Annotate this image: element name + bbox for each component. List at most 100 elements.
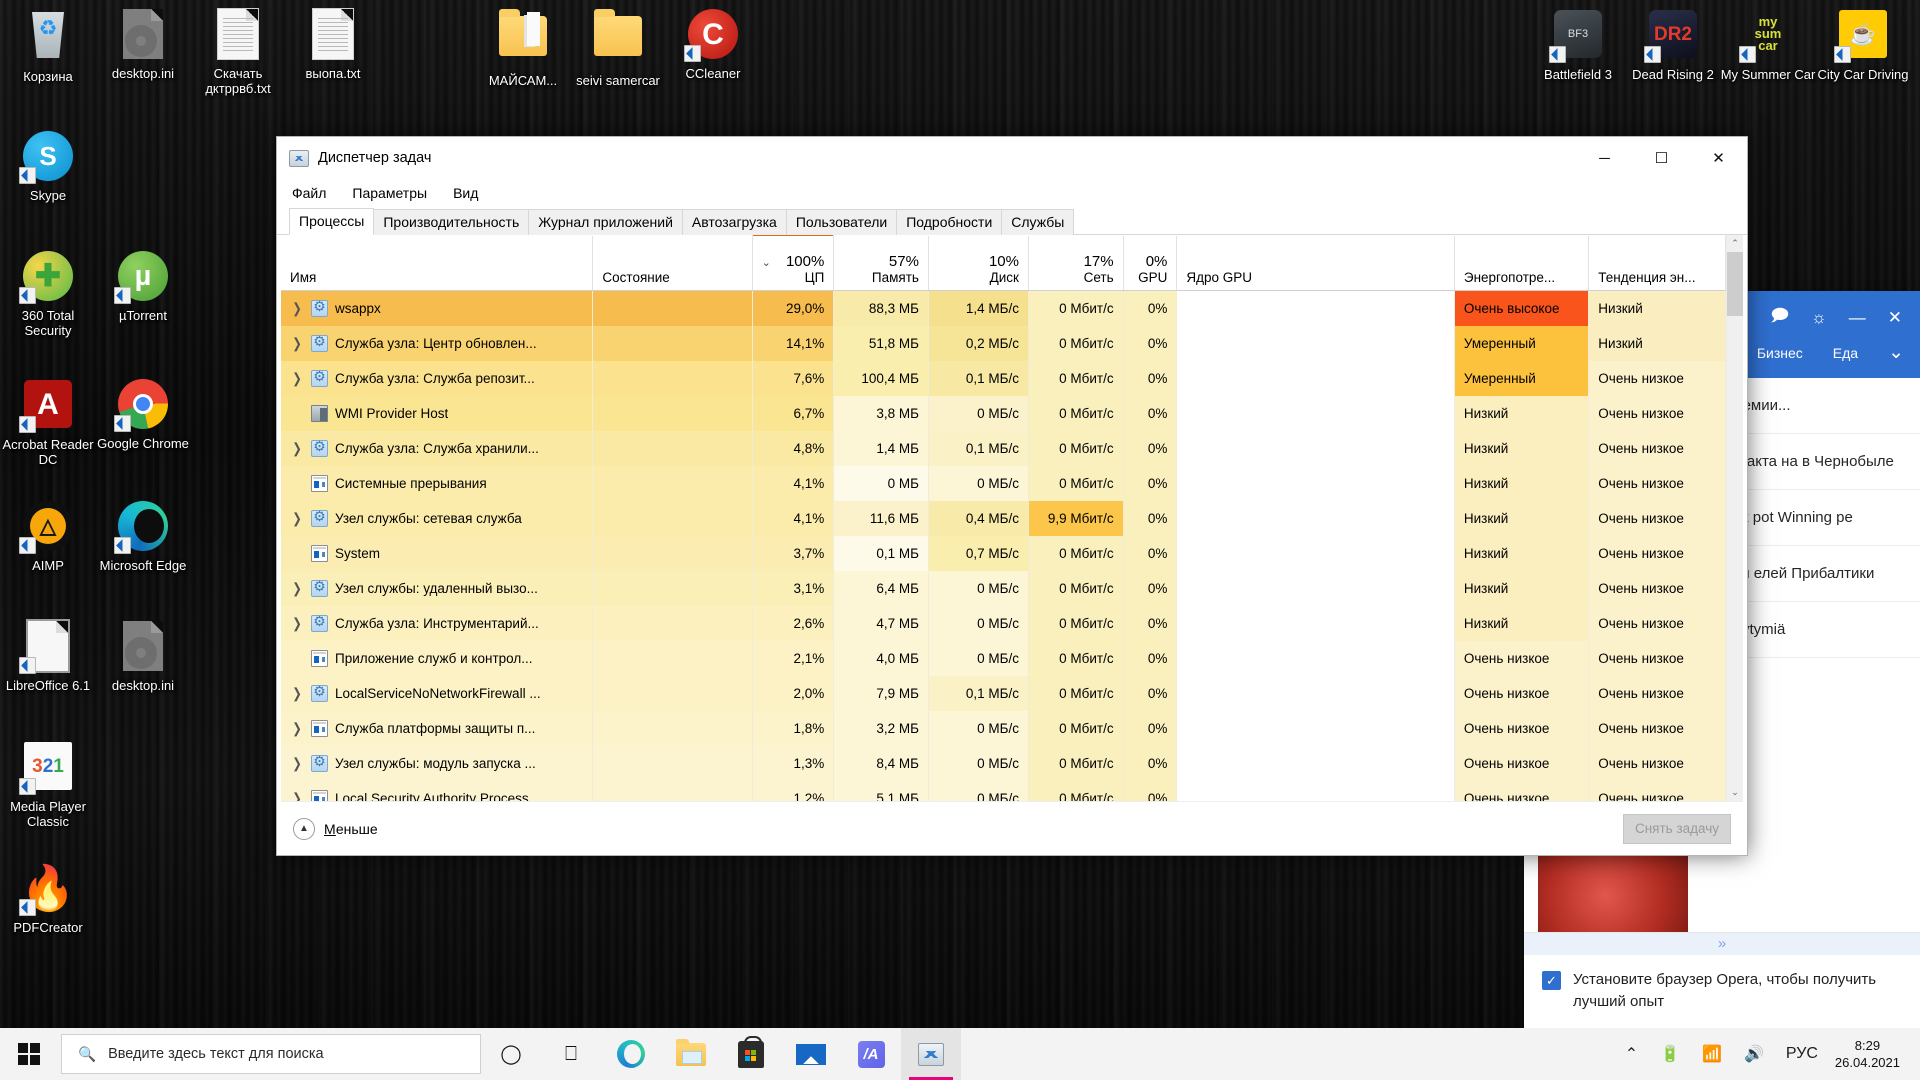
scrollbar-track[interactable] <box>1726 252 1743 784</box>
expand-chevron-icon[interactable]: ❯ <box>290 510 304 526</box>
table-row[interactable]: ❯ Служба узла: Центр обновлен... 14,1%51,8… <box>281 325 1726 361</box>
promo-row[interactable]: ✓ Установите браузер Opera, чтобы получи… <box>1524 955 1920 1031</box>
desktop-icon-left-0[interactable]: S Skype <box>0 130 96 203</box>
opera-promo-banner[interactable]: » ✓ Установите браузер Opera, чтобы полу… <box>1524 932 1920 1031</box>
table-row[interactable]: ❯ Узел службы: модуль запуска ... 1,3%8,4 … <box>281 745 1726 781</box>
mail-button[interactable] <box>781 1028 841 1080</box>
desktop-icon-right-0[interactable]: BF3 Battlefield 3 <box>1530 8 1626 82</box>
desktop-icon-top-5[interactable]: seivi samercar <box>570 8 666 88</box>
expand-chevron-icon[interactable]: ❯ <box>290 440 304 456</box>
table-row[interactable]: ❯ Служба узла: Служба репозит... 7,6%100,4… <box>281 360 1726 396</box>
column-header-9[interactable]: Тенденция эн... <box>1588 235 1726 291</box>
tab-4[interactable]: Пользователи <box>785 209 898 235</box>
vertical-scrollbar[interactable]: ⌃ ⌄ <box>1726 235 1743 801</box>
expand-chevron-icon[interactable]: ❯ <box>290 335 304 351</box>
task-manager-taskbar-button[interactable] <box>901 1028 961 1080</box>
column-header-row[interactable]: Имя Состояние ⌄ 100% ЦП 57% Память 10% Диск 17% С… <box>281 235 1726 291</box>
tab-0[interactable]: Процессы <box>289 208 375 235</box>
cortana-button[interactable]: ◯ <box>481 1028 541 1080</box>
minimize-icon[interactable]: — <box>1849 308 1866 328</box>
tab-1[interactable]: Производительность <box>373 209 530 235</box>
menu-item-0[interactable]: Файл <box>289 183 329 203</box>
expand-chevron-icon[interactable]: ❯ <box>290 615 304 631</box>
table-row[interactable]: Системные прерывания 4,1% 0 МБ 0 МБ/с 0 Мбит… <box>281 465 1726 501</box>
table-row[interactable]: WMI Provider Host 6,7% 3,8 МБ 0 МБ/с 0 Мбит/… <box>281 395 1726 431</box>
volume-icon[interactable]: 🔊 <box>1733 1028 1775 1080</box>
desktop-icon-left-10[interactable]: 🔥 PDFCreator <box>0 862 96 935</box>
table-row[interactable]: ❯ Узел службы: удаленный вызо... 3,1%6,4 М… <box>281 570 1726 606</box>
column-header-0[interactable]: Имя <box>281 235 594 291</box>
table-row[interactable]: ❯ Служба узла: Инструментарий... 2,6%4,7 М… <box>281 605 1726 641</box>
table-row[interactable]: ❯ LocalServiceNoNetworkFirewall ... 2,0%7,… <box>281 675 1726 711</box>
column-header-6[interactable]: 0% GPU <box>1123 235 1178 291</box>
desktop-icon-left-2[interactable]: µ µTorrent <box>95 250 191 323</box>
desktop-icon-left-3[interactable]: A Acrobat Reader DC <box>0 378 96 467</box>
expand-chevron-icon[interactable]: ❯ <box>290 580 304 596</box>
search-box[interactable]: 🔍 Введите здесь текст для поиска <box>61 1034 481 1074</box>
close-button[interactable]: ✕ <box>1690 137 1747 179</box>
tab-6[interactable]: Службы <box>1001 209 1075 235</box>
aimp-taskbar-button[interactable]: /A <box>841 1028 901 1080</box>
edge-taskbar-button[interactable] <box>601 1028 661 1080</box>
tab-2[interactable]: Журнал приложений <box>528 209 683 235</box>
desktop-icon-top-3[interactable]: выопа.txt <box>285 8 381 81</box>
table-row[interactable]: ❯ wsappx 29,0%88,3 МБ1,4 МБ/с0 Мбит/с0% Оче… <box>281 290 1726 326</box>
column-header-1[interactable]: Состояние <box>592 235 753 291</box>
desktop-icon-top-6[interactable]: C CCleaner <box>665 8 761 81</box>
task-manager-window[interactable]: Диспетчер задач ─ ☐ ✕ Файл Параметры Вид П… <box>276 136 1748 856</box>
table-row[interactable]: Приложение служб и контрол... 2,1% 4,0 МБ 0… <box>281 640 1726 676</box>
tab-3[interactable]: Автозагрузка <box>681 209 787 235</box>
maximize-button[interactable]: ☐ <box>1633 137 1690 179</box>
close-icon[interactable]: ✕ <box>1888 308 1902 328</box>
wifi-icon[interactable]: 📶 <box>1691 1028 1733 1080</box>
file-explorer-button[interactable] <box>661 1028 721 1080</box>
column-header-2[interactable]: ⌄ 100% ЦП <box>751 235 835 291</box>
expand-chevron-icon[interactable]: ❯ <box>290 755 304 771</box>
table-row[interactable]: ❯ Служба узла: Служба хранили... 4,8%1,4 М… <box>281 430 1726 466</box>
desktop-icon-left-4[interactable]: Google Chrome <box>95 378 191 451</box>
desktop-icon-right-3[interactable]: ☕ City Car Driving <box>1815 8 1911 82</box>
desktop-icon-left-8[interactable]: desktop.ini <box>95 620 191 693</box>
show-hidden-icons-button[interactable]: ⌃ <box>1614 1028 1649 1080</box>
expand-chevron-icon[interactable]: ❯ <box>290 300 304 316</box>
table-row[interactable]: System 3,7% 0,1 МБ 0,7 МБ/с 0 Мбит/с 0% Низкий… <box>281 535 1726 571</box>
task-view-button[interactable]: ⎕ <box>541 1028 601 1080</box>
settings-icon[interactable]: ☼ <box>1811 308 1827 328</box>
clock[interactable]: 8:29 26.04.2021 <box>1829 1037 1914 1071</box>
checkbox-icon[interactable]: ✓ <box>1542 971 1561 990</box>
end-task-button[interactable]: Снять задачу <box>1623 813 1731 844</box>
desktop-icon-top-4[interactable]: МАЙСАМ... <box>475 8 571 88</box>
desktop-icon-right-1[interactable]: DR2 Dead Rising 2 <box>1625 8 1721 82</box>
battery-icon[interactable]: 🔋 <box>1649 1028 1691 1080</box>
desktop-icon-top-2[interactable]: Скачать дктррвб.txt <box>190 8 286 96</box>
expand-chevron-icon[interactable]: ❯ <box>290 685 304 701</box>
news-category-1[interactable]: Еда <box>1833 345 1858 361</box>
expand-chevron-icon[interactable]: ❯ <box>290 790 304 801</box>
table-row[interactable]: ❯Узел службы: сетевая служба4,1%11,6 МБ0… <box>281 500 1726 536</box>
scrollbar-thumb[interactable] <box>1726 252 1743 316</box>
menu-item-1[interactable]: Параметры <box>349 183 430 203</box>
news-category-0[interactable]: Бизнес <box>1757 345 1803 361</box>
tab-5[interactable]: Подробности <box>896 209 1003 235</box>
desktop-icon-left-6[interactable]: Microsoft Edge <box>95 500 191 573</box>
desktop-icon-left-5[interactable]: △ AIMP <box>0 500 96 573</box>
minimize-button[interactable]: ─ <box>1576 137 1633 179</box>
expand-chevron-icon[interactable]: ❯ <box>290 720 304 736</box>
scroll-up-button[interactable]: ⌃ <box>1727 235 1744 252</box>
start-button[interactable] <box>0 1028 58 1080</box>
chevron-down-icon[interactable]: ⌄ <box>1888 341 1904 364</box>
expand-chevron-icon[interactable]: » <box>1524 933 1920 955</box>
feedback-icon[interactable]: 🗩 <box>1770 303 1789 332</box>
desktop-icon-top-0[interactable]: Корзина <box>0 8 96 84</box>
desktop-icon-left-9[interactable]: 321 Media Player Classic <box>0 740 96 829</box>
desktop-icon-top-1[interactable]: desktop.ini <box>95 8 191 81</box>
column-header-7[interactable]: Ядро GPU <box>1176 235 1455 291</box>
microsoft-store-button[interactable] <box>721 1028 781 1080</box>
scroll-down-button[interactable]: ⌄ <box>1727 784 1744 801</box>
language-indicator[interactable]: РУС <box>1775 1028 1829 1080</box>
desktop-icon-left-1[interactable]: ✚ 360 Total Security <box>0 250 96 338</box>
desktop-icon-left-7[interactable]: LibreOffice 6.1 <box>0 620 96 693</box>
fewer-details-button[interactable]: ▲ Меньше <box>293 817 378 840</box>
menu-item-2[interactable]: Вид <box>450 183 481 203</box>
column-header-8[interactable]: Энергопотре... <box>1454 235 1590 291</box>
